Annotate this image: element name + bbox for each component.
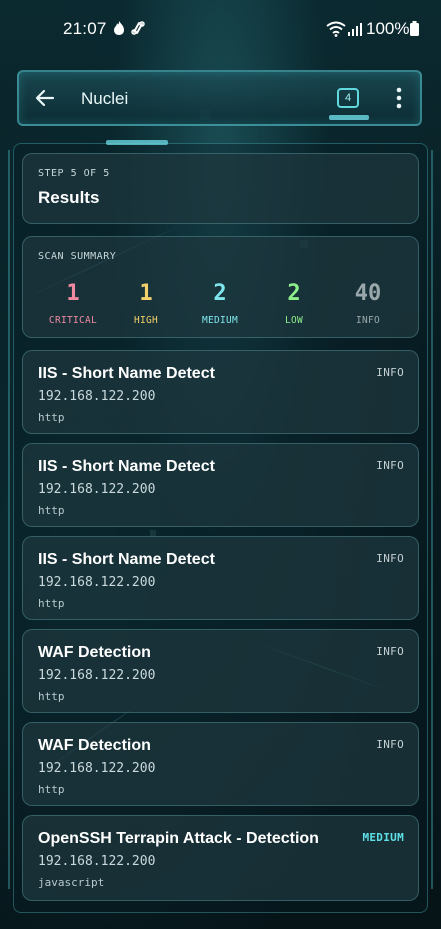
finding-severity: INFO <box>376 552 404 565</box>
stat-value: 2 <box>213 281 227 306</box>
finding-host: 192.168.122.200 <box>38 389 156 404</box>
finding-title: IIS - Short Name Detect <box>38 458 215 475</box>
battery-percentage: 100% <box>366 19 410 38</box>
summary-label: SCAN SUMMARY <box>38 251 117 262</box>
step-card: STEP 5 OF 5 Results <box>22 153 419 224</box>
finding-host: 192.168.122.200 <box>38 575 156 590</box>
finding-severity: INFO <box>376 366 404 379</box>
stat-label: HIGH <box>133 315 159 326</box>
finding-card[interactable]: WAF Detection INFO 192.168.122.200 http <box>22 722 419 806</box>
stat-label: MEDIUM <box>201 315 239 326</box>
finding-severity: INFO <box>376 738 404 751</box>
stat-critical: 1 CRITICAL <box>33 281 113 326</box>
screen: 21:07 100% Nuclei 4 STEP 5 OF 5 Results … <box>0 0 441 929</box>
back-arrow-icon[interactable] <box>33 86 57 110</box>
signal-icon <box>348 23 362 36</box>
status-bar: 21:07 100% <box>0 0 441 56</box>
finding-title: WAF Detection <box>38 737 151 754</box>
stat-value: 1 <box>66 281 80 306</box>
flame-icon <box>114 21 124 35</box>
app-title: Nuclei <box>81 89 129 108</box>
finding-card[interactable]: IIS - Short Name Detect INFO 192.168.122… <box>22 443 419 527</box>
stat-high: 1 HIGH <box>106 281 186 326</box>
finding-card[interactable]: IIS - Short Name Detect INFO 192.168.122… <box>22 536 419 620</box>
finding-card[interactable]: IIS - Short Name Detect INFO 192.168.122… <box>22 350 419 434</box>
finding-protocol: javascript <box>38 876 105 889</box>
finding-title: IIS - Short Name Detect <box>38 551 215 568</box>
battery-icon <box>410 21 419 36</box>
tab-count-badge[interactable]: 4 <box>337 88 359 108</box>
stat-value: 40 <box>354 281 382 306</box>
stat-value: 1 <box>139 281 153 306</box>
stat-info: 40 INFO <box>328 281 408 326</box>
finding-host: 192.168.122.200 <box>38 761 156 776</box>
page-title: Results <box>38 188 100 207</box>
finding-title: IIS - Short Name Detect <box>38 365 215 382</box>
stat-value: 2 <box>287 281 301 306</box>
app-bar-accent <box>329 115 369 120</box>
finding-card[interactable]: OpenSSH Terrapin Attack - Detection MEDI… <box>22 815 419 901</box>
wifi-icon <box>326 21 346 37</box>
finding-host: 192.168.122.200 <box>38 482 156 497</box>
finding-protocol: http <box>38 783 65 796</box>
sync-icon <box>131 21 145 35</box>
more-options-icon[interactable] <box>391 86 407 110</box>
app-bar: Nuclei 4 <box>17 70 422 126</box>
finding-severity: INFO <box>376 459 404 472</box>
stat-medium: 2 MEDIUM <box>180 281 260 326</box>
scan-summary-card: SCAN SUMMARY 1 CRITICAL 1 HIGH 2 MEDIUM … <box>22 236 419 338</box>
finding-severity: MEDIUM <box>362 831 404 844</box>
stat-label: CRITICAL <box>48 315 98 326</box>
finding-card[interactable]: WAF Detection INFO 192.168.122.200 http <box>22 629 419 713</box>
finding-host: 192.168.122.200 <box>38 668 156 683</box>
finding-title: OpenSSH Terrapin Attack - Detection <box>38 830 319 847</box>
finding-protocol: http <box>38 504 65 517</box>
stat-label: INFO <box>355 315 381 326</box>
finding-protocol: http <box>38 690 65 703</box>
step-label: STEP 5 OF 5 <box>38 168 110 179</box>
content-accent <box>106 140 168 145</box>
stat-low: 2 LOW <box>254 281 334 326</box>
finding-severity: INFO <box>376 645 404 658</box>
status-time: 21:07 <box>63 19 107 38</box>
stat-label: LOW <box>284 315 304 326</box>
finding-host: 192.168.122.200 <box>38 854 156 869</box>
frame-border-right <box>431 150 433 889</box>
finding-protocol: http <box>38 411 65 424</box>
finding-title: WAF Detection <box>38 644 151 661</box>
frame-border-left <box>8 150 10 889</box>
finding-protocol: http <box>38 597 65 610</box>
